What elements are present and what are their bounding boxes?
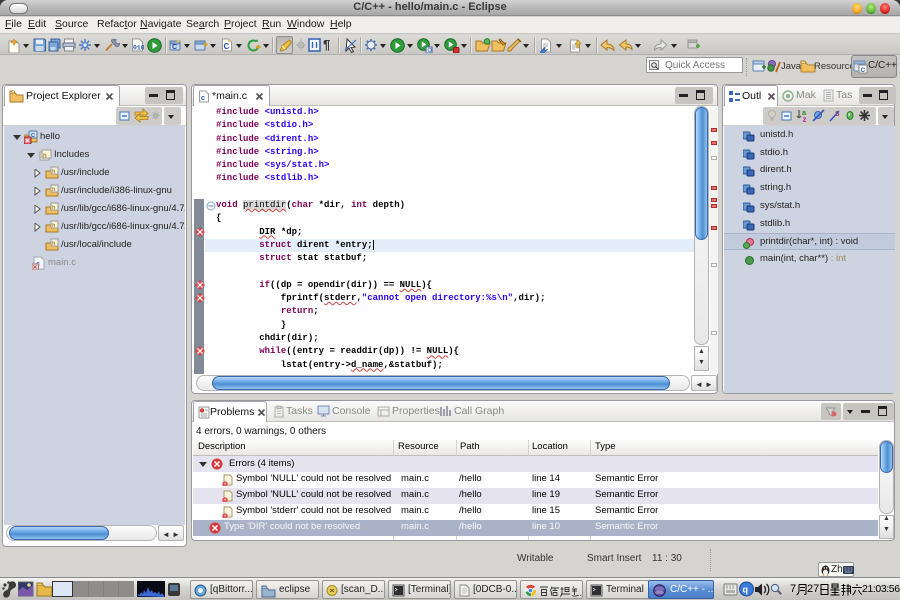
- svg-text:010: 010: [133, 45, 144, 52]
- svg-text:...: ...: [577, 588, 583, 597]
- svg-text:C: C: [224, 42, 230, 51]
- svg-text:h: h: [43, 154, 47, 160]
- svg-text:C: C: [172, 44, 177, 51]
- svg-text:Q: Q: [428, 48, 433, 53]
- svg-text:C: C: [861, 67, 866, 74]
- svg-text:C: C: [31, 133, 35, 139]
- svg-text:z: z: [803, 115, 807, 122]
- svg-text:q: q: [743, 585, 749, 595]
- svg-text:c: c: [201, 95, 205, 102]
